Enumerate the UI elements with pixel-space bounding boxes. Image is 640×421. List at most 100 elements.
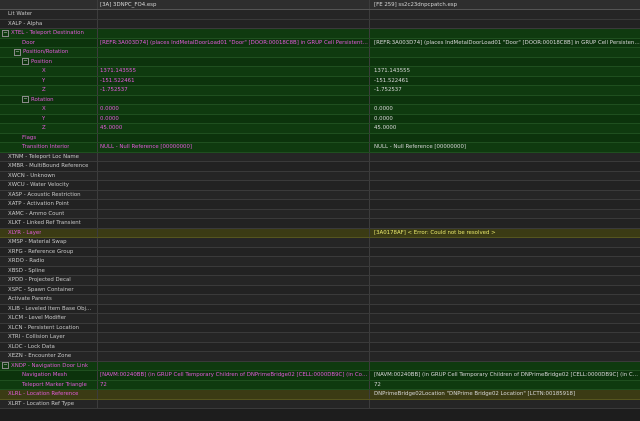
header-plugin-2[interactable]: [FE 259] ss2c23dnpcpatch.esp [369,0,640,9]
row-value-plugin-1[interactable]: 0.0000 [100,116,119,122]
row-label: X [42,106,46,113]
record-row[interactable]: − XTEL - Teleport Destination [0,29,640,39]
row-label: XEZN - Encounter Zone [8,353,72,360]
row-label: XATP - Activation Point [8,201,69,208]
minus-box-icon[interactable]: − [22,58,29,66]
minus-box-icon[interactable]: − [2,29,9,37]
header-plugin-1[interactable]: [3A] 3DNPC_FO4.esp [97,0,369,9]
row-label: XNDP - Navigation Door Link [11,362,89,369]
record-row[interactable]: XSPC - Spawn Container [0,285,640,295]
row-value-plugin-2[interactable]: -1.752537 [374,87,402,93]
record-row[interactable]: XRFG - Reference Group [0,247,640,257]
row-label: XMSP - Material Swap [8,239,67,246]
record-row[interactable]: Z 45.0000 45.0000 [0,124,640,134]
record-row[interactable]: XRDO - Radio [0,257,640,267]
record-row[interactable]: Y 0.0000 0.0000 [0,114,640,124]
header-plugin-2-label: [FE 259] ss2c23dnpcpatch.esp [374,1,458,8]
row-label: XPDD - Projected Decal [8,277,71,284]
row-value-plugin-2[interactable]: 0.0000 [374,106,393,112]
record-row[interactable]: XLCM - Level Modifier [0,314,640,324]
record-row[interactable]: XASP - Acoustic Restriction [0,190,640,200]
header-label-cell [0,0,95,9]
record-row[interactable]: XLKT - Linked Ref Transient [0,219,640,229]
record-row[interactable]: XLYR - Layer [3A0178AF] < Error: Could n… [0,228,640,238]
record-row[interactable]: XLIB - Leveled Item Base Obj... [0,304,640,314]
row-value-plugin-1[interactable]: -151.522461 [100,78,135,84]
record-row[interactable]: Lit Water [0,10,640,20]
record-row[interactable]: XTRI - Collision Layer [0,333,640,343]
row-label: XLOC - Lock Data [8,343,55,350]
record-row[interactable]: Activate Parents [0,295,640,305]
record-row[interactable]: − Position/Rotation [0,48,640,58]
record-row[interactable]: Z -1.752537 -1.752537 [0,86,640,96]
record-row[interactable]: XLOC - Lock Data [0,342,640,352]
row-value-plugin-2[interactable]: 0.0000 [374,116,393,122]
row-label: Position [31,58,52,65]
record-row[interactable]: XBSD - Spline [0,266,640,276]
record-row[interactable]: XWCU - Water Velocity [0,181,640,191]
minus-box-icon[interactable]: − [14,48,21,56]
record-row[interactable]: X 1371.143555 1371.143555 [0,67,640,77]
row-label: XLYR - Layer [8,229,42,236]
record-row[interactable]: XMBR - MultiBound Reference [0,162,640,172]
row-label: XLRL - Location Reference [8,391,79,398]
row-value-plugin-2[interactable]: NULL - Null Reference [00000000] [374,144,466,150]
record-row[interactable]: Navigation Mesh [NAVM:00240BB] (in GRUP … [0,371,640,381]
row-value-plugin-1[interactable]: [REFR:3A003D74] (places IndMetalDoorLoad… [100,40,369,46]
row-value-plugin-1[interactable]: 45.0000 [100,125,122,131]
row-value-plugin-2[interactable]: [NAVM:00240BB] (in GRUP Cell Temporary C… [374,372,640,378]
record-row[interactable]: XLRT - Location Ref Type [0,399,640,409]
row-label: XTRI - Collision Layer [8,334,65,341]
record-row[interactable]: − Rotation [0,95,640,105]
row-label: Lit Water [8,11,33,18]
record-row[interactable]: − XNDP - Navigation Door Link [0,361,640,371]
record-row[interactable]: Transition Interior NULL - Null Referenc… [0,143,640,153]
record-row[interactable]: X 0.0000 0.0000 [0,105,640,115]
record-row[interactable]: Teleport Marker Triangle 72 72 [0,380,640,390]
empty-area [0,409,640,421]
minus-box-icon[interactable]: − [22,96,29,104]
row-value-plugin-1[interactable]: 0.0000 [100,106,119,112]
row-label: XLIB - Leveled Item Base Obj... [8,305,92,312]
row-label: Y [42,115,46,122]
row-label: Flags [22,134,37,141]
row-label: XLRT - Location Ref Type [8,400,75,407]
row-label: Transition Interior [22,144,70,151]
record-row[interactable]: XWCN - Unknown [0,171,640,181]
record-row[interactable]: Flags [0,133,640,143]
row-label: Y [42,77,46,84]
row-value-plugin-1[interactable]: 1371.143555 [100,68,136,74]
row-label: X [42,68,46,75]
row-value-plugin-2[interactable]: DNPrimeBridge02Location "DNPrime Bridge0… [374,391,575,397]
row-label: XASP - Acoustic Restriction [8,191,81,198]
record-row[interactable]: XLCN - Persistent Location [0,323,640,333]
record-row[interactable]: XLRL - Location Reference DNPrimeBridge0… [0,390,640,400]
record-row[interactable]: XATP - Activation Point [0,200,640,210]
row-value-plugin-2[interactable]: -151.522461 [374,78,409,84]
row-label: XWCN - Unknown [8,172,56,179]
record-row[interactable]: XTNM - Teleport Loc Name [0,152,640,162]
row-label: XWCU - Water Velocity [8,182,69,189]
row-value-plugin-2[interactable]: 1371.143555 [374,68,410,74]
record-row[interactable]: XMSP - Material Swap [0,238,640,248]
row-label: Teleport Marker Triangle [22,381,87,388]
record-row[interactable]: XALP - Alpha [0,19,640,29]
record-row[interactable]: XEZN - Encounter Zone [0,352,640,362]
row-value-plugin-2[interactable]: 45.0000 [374,125,396,131]
row-label: XRFG - Reference Group [8,248,74,255]
record-row[interactable]: − Position [0,57,640,67]
row-value-plugin-2[interactable]: 72 [374,382,381,388]
record-row[interactable]: XPDD - Projected Decal [0,276,640,286]
minus-box-icon[interactable]: − [2,362,9,370]
row-value-plugin-1[interactable]: [NAVM:00240BB] (in GRUP Cell Temporary C… [100,372,369,378]
row-value-plugin-2[interactable]: [3A0178AF] < Error: Could not be resolve… [374,230,496,236]
row-value-plugin-1[interactable]: NULL - Null Reference [00000000] [100,144,192,150]
row-value-plugin-1[interactable]: 72 [100,382,107,388]
record-row[interactable]: XAMC - Ammo Count [0,209,640,219]
record-row[interactable]: Y -151.522461 -151.522461 [0,76,640,86]
record-row[interactable]: Door [REFR:3A003D74] (places IndMetalDoo… [0,38,640,48]
row-value-plugin-1[interactable]: -1.752537 [100,87,128,93]
row-label: XLKT - Linked Ref Transient [8,220,81,227]
row-value-plugin-2[interactable]: [REFR:3A003D74] (places IndMetalDoorLoad… [374,40,640,46]
row-label: Rotation [31,96,54,103]
